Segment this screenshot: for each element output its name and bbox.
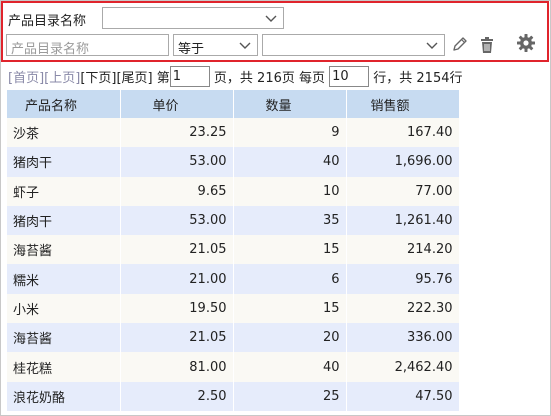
- cell-sales: 222.30: [346, 293, 460, 324]
- column-header-quantity: 数量: [233, 90, 347, 118]
- table-row: 虾子 9.65 10 77.00: [7, 176, 460, 206]
- cell-quantity: 20: [233, 323, 347, 353]
- cell-sales: 95.76: [346, 264, 460, 294]
- catalog-name-label: 产品目录名称: [8, 14, 87, 29]
- cell-quantity: 35: [233, 205, 347, 236]
- chevron-down-icon: [239, 42, 251, 49]
- cell-sales: 77.00: [346, 176, 460, 206]
- last-page-link[interactable]: [尾页]: [116, 67, 152, 86]
- cell-product: 浪花奶酪: [7, 381, 121, 411]
- cell-price: 53.00: [120, 147, 234, 177]
- chevron-down-icon: [426, 42, 438, 49]
- table-row: 浪花奶酪 2.50 25 47.50: [7, 381, 460, 411]
- field-name-placeholder: 产品目录名称: [11, 42, 90, 57]
- table-row: 海苔酱 21.05 15 214.20: [7, 235, 460, 265]
- cell-price: 9.65: [120, 176, 234, 206]
- sales-table: 产品名称 单价 数量 销售额 沙茶 23.25 9 167.40 猪肉干 53.…: [7, 90, 460, 411]
- field-name-input[interactable]: 产品目录名称: [6, 34, 169, 57]
- cell-product: 海苔酱: [7, 323, 121, 353]
- cell-sales: 167.40: [346, 118, 460, 148]
- table-row: 海苔酱 21.05 20 336.00: [7, 323, 460, 353]
- cell-price: 21.00: [120, 264, 234, 294]
- cell-product: 海苔酱: [7, 235, 121, 265]
- cell-product: 沙茶: [7, 118, 121, 148]
- prev-page-link[interactable]: [上页]: [44, 67, 80, 86]
- gear-icon: [517, 34, 535, 52]
- cell-product: 小米: [7, 293, 121, 324]
- cell-price: 23.25: [120, 118, 234, 148]
- cell-sales: 214.20: [346, 235, 460, 265]
- table-row: 猪肉干 53.00 40 1,696.00: [7, 147, 460, 177]
- cell-quantity: 6: [233, 264, 347, 294]
- cell-sales: 1,261.40: [346, 205, 460, 236]
- table-row: 沙茶 23.25 9 167.40: [7, 118, 460, 148]
- page-total-text: 页，共 216页 每页: [213, 71, 325, 86]
- column-header-product: 产品名称: [7, 90, 121, 118]
- cell-product: 猪肉干: [7, 147, 121, 177]
- table-row: 糯米 21.00 6 95.76: [7, 264, 460, 294]
- table-row: 桂花糕 81.00 40 2,462.40: [7, 352, 460, 382]
- page-size-input[interactable]: 10: [329, 66, 370, 87]
- cell-price: 21.05: [120, 235, 234, 265]
- cell-quantity: 9: [233, 118, 347, 148]
- table-row: 小米 19.50 15 222.30: [7, 293, 460, 324]
- cell-price: 19.50: [120, 293, 234, 324]
- cell-quantity: 25: [233, 381, 347, 411]
- cell-quantity: 15: [233, 293, 347, 324]
- cell-quantity: 10: [233, 176, 347, 206]
- cell-product: 猪肉干: [7, 205, 121, 236]
- operator-select[interactable]: 等于: [173, 34, 258, 57]
- catalog-name-select[interactable]: [102, 7, 284, 29]
- trash-icon: [481, 37, 493, 53]
- cell-price: 81.00: [120, 352, 234, 382]
- delete-button[interactable]: [477, 35, 497, 55]
- first-page-link[interactable]: [首页]: [8, 67, 44, 86]
- filter-value-select[interactable]: [262, 34, 445, 56]
- table-row: 猪肉干 53.00 35 1,261.40: [7, 205, 460, 236]
- chevron-down-icon: [265, 15, 277, 22]
- cell-price: 53.00: [120, 205, 234, 236]
- row-total-text: 行，共 2154行: [373, 71, 463, 86]
- settings-button[interactable]: [516, 33, 536, 53]
- cell-quantity: 40: [233, 352, 347, 382]
- cell-sales: 2,462.40: [346, 352, 460, 382]
- edit-button[interactable]: [450, 35, 470, 55]
- current-page-input[interactable]: 1: [169, 66, 210, 87]
- cell-sales: 1,696.00: [346, 147, 460, 177]
- cell-product: 虾子: [7, 176, 121, 206]
- cell-quantity: 40: [233, 147, 347, 177]
- column-header-price: 单价: [120, 90, 234, 118]
- cell-price: 21.05: [120, 323, 234, 353]
- cell-sales: 336.00: [346, 323, 460, 353]
- page-prefix-text: 第: [156, 71, 170, 86]
- pagination-bar: [首页][上页][下页][尾页] 第1 页，共 216页 每页 10 行，共 2…: [8, 66, 463, 88]
- pencil-icon: [453, 37, 467, 51]
- cell-product: 糯米: [7, 264, 121, 294]
- column-header-sales: 销售额: [346, 90, 460, 118]
- cell-product: 桂花糕: [7, 352, 121, 382]
- cell-sales: 47.50: [346, 381, 460, 411]
- next-page-link[interactable]: [下页]: [80, 67, 116, 86]
- table-header-row: 产品名称 单价 数量 销售额: [7, 90, 460, 118]
- operator-select-value: 等于: [178, 42, 205, 57]
- cell-price: 2.50: [120, 381, 234, 411]
- cell-quantity: 15: [233, 235, 347, 265]
